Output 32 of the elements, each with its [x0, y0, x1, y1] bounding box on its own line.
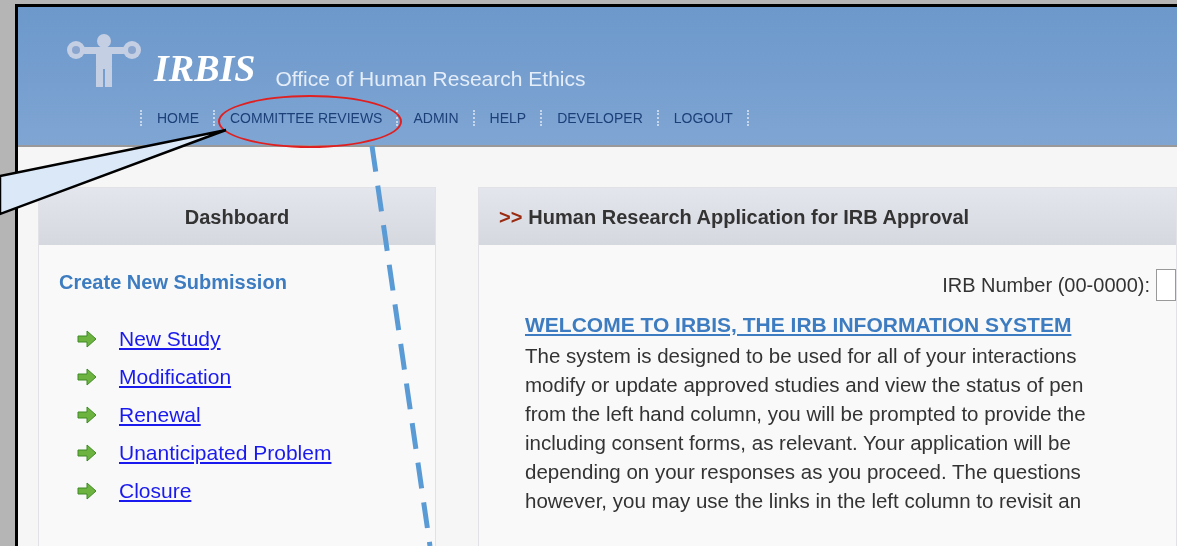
nav-link[interactable]: HELP [489, 110, 527, 126]
body-text-line: including consent forms, as relevant. Your application will be [525, 429, 1071, 456]
welcome-heading-link[interactable]: WELCOME TO IRBIS, THE IRB INFORMATION SYSTEM [525, 309, 1072, 341]
submission-link[interactable]: Unanticipated Problem [119, 439, 332, 467]
section-heading: Create New Submission [59, 270, 288, 295]
submission-link[interactable]: Renewal [119, 401, 201, 429]
logo-text: IRBIS [154, 49, 256, 87]
submission-link[interactable]: New Study [119, 325, 221, 353]
nav-link[interactable]: DEVELOPER [557, 110, 643, 126]
field-label: IRB Number (00-0000): [942, 273, 1150, 298]
arrow-icon [77, 330, 97, 348]
submission-link[interactable]: Closure [119, 477, 192, 505]
nav-link[interactable]: COMMITTEE REVIEWS [230, 110, 383, 126]
site-subtitle: Office of Human Research Ethics [275, 68, 586, 89]
irb-number-field[interactable] [1156, 269, 1176, 301]
nav-link[interactable]: LOGOUT [673, 110, 733, 126]
person-logo-icon [66, 33, 142, 89]
body-text-line: The system is designed to be used for all of your interactions [525, 342, 1077, 369]
title-marker: >> [499, 204, 523, 230]
arrow-icon [77, 406, 97, 424]
body-text-line: from the left hand column, you will be prompted to provide the [525, 400, 1086, 427]
body-text-line: however, you may use the links in the left column to revisit an [525, 487, 1082, 514]
dashboard-title: Dashboard [39, 188, 435, 245]
nav-link[interactable]: ADMIN [413, 110, 459, 126]
arrow-icon [77, 368, 97, 386]
body-text-line: modify or update approved studies and view the status of pen [525, 371, 1084, 398]
arrow-icon [77, 444, 97, 462]
nav-link[interactable]: HOME [157, 110, 199, 126]
submission-link[interactable]: Modification [119, 363, 232, 391]
body-text-line: depending on your responses as you proceed. The questions [525, 458, 1081, 485]
arrow-icon [77, 482, 97, 500]
panel-title: Human Research Application for IRB Approval [528, 204, 970, 230]
